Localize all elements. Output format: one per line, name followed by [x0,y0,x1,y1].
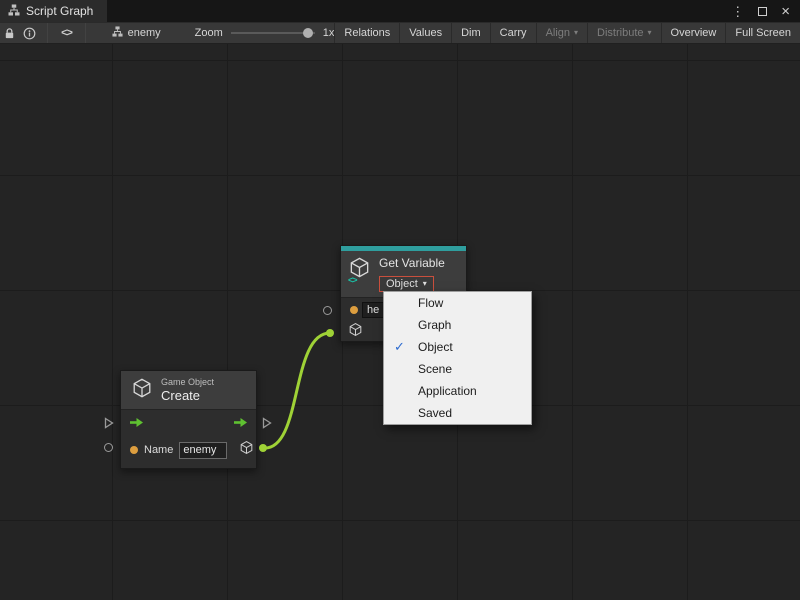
node-header: Game Object Create [121,371,256,409]
window-controls: ⋮ × [731,0,800,22]
script-graph-icon [112,26,123,40]
value-port-icon[interactable] [350,306,358,314]
menu-item-scene[interactable]: Scene [384,358,531,380]
zoom-value[interactable]: 1x [323,27,335,39]
maximize-icon[interactable] [758,7,767,16]
align-button[interactable]: Align▾ [536,23,587,43]
menu-item-application[interactable]: Application [384,380,531,402]
close-icon[interactable]: × [781,4,790,19]
game-object-cube-icon [131,377,153,404]
overview-button[interactable]: Overview [661,23,726,43]
name-port-label: Name [144,444,173,456]
node-title: Get Variable [379,256,445,270]
distribute-button[interactable]: Distribute▾ [587,23,660,43]
menu-item-object[interactable]: ✓Object [384,336,531,358]
node-title: Create [161,388,214,403]
graph-name-label: enemy [128,27,161,39]
fullscreen-button[interactable]: Full Screen [725,23,800,43]
dim-button[interactable]: Dim [451,23,490,43]
toolbar-buttons: Relations Values Dim Carry Align▾ Distri… [334,23,800,43]
name-input[interactable] [179,442,227,459]
name-port-row: Name [121,438,256,462]
flow-out-arrow-icon[interactable] [233,415,248,433]
info-icon[interactable] [20,23,40,43]
carry-button[interactable]: Carry [490,23,536,43]
values-button[interactable]: Values [399,23,451,43]
game-object-output-icon[interactable] [239,440,254,460]
flow-port-row [121,410,256,438]
code-view-icon[interactable]: <> [48,23,84,43]
scope-dropdown-menu: Flow Graph ✓Object Scene Application Sav… [383,291,532,425]
name-input-port[interactable] [323,306,332,315]
menu-item-graph[interactable]: Graph [384,314,531,336]
toolbar-separator [85,23,86,43]
script-graph-icon [8,4,20,19]
chevron-down-icon: ▾ [423,280,427,288]
object-port-icon[interactable] [348,322,363,342]
relations-button[interactable]: Relations [334,23,399,43]
graph-breadcrumb[interactable]: enemy [112,26,161,40]
value-port-icon[interactable] [130,446,138,454]
flow-output-port[interactable] [262,416,272,434]
create-game-object-node[interactable]: Game Object Create [120,370,257,469]
chevron-down-icon: ▾ [648,29,652,37]
zoom-control: Zoom 1x [195,27,335,39]
zoom-slider[interactable] [231,27,315,39]
scope-value: Object [386,278,418,290]
code-badge-icon: <> [348,275,357,285]
window-menu-icon[interactable]: ⋮ [731,5,744,18]
menu-item-saved[interactable]: Saved [384,402,531,424]
variable-scope-dropdown[interactable]: Object ▾ [379,276,434,292]
zoom-slider-handle[interactable] [303,28,313,38]
graph-canvas[interactable]: <> Get Variable Object ▾ he [0,44,800,600]
tab-script-graph[interactable]: Script Graph [0,0,107,22]
output-port-connected [259,444,267,452]
flow-in-arrow-icon[interactable] [129,415,144,433]
lock-icon[interactable] [0,23,20,43]
graph-toolbar: <> enemy Zoom 1x Relations Va [0,22,800,44]
input-port-connected [326,329,334,337]
node-subtitle: Game Object [161,377,214,387]
flow-input-port[interactable] [104,416,114,434]
zoom-label: Zoom [195,27,223,39]
variable-cube-icon: <> [348,256,372,282]
check-icon: ✓ [394,336,405,358]
menu-item-flow[interactable]: Flow [384,292,531,314]
window-titlebar: Script Graph ⋮ × [0,0,800,22]
name-input-port[interactable] [104,443,113,452]
script-graph-window: Script Graph ⋮ × <> [0,0,800,600]
node-body: Name [121,409,256,468]
tab-label: Script Graph [26,4,93,18]
chevron-down-icon: ▾ [574,29,578,37]
